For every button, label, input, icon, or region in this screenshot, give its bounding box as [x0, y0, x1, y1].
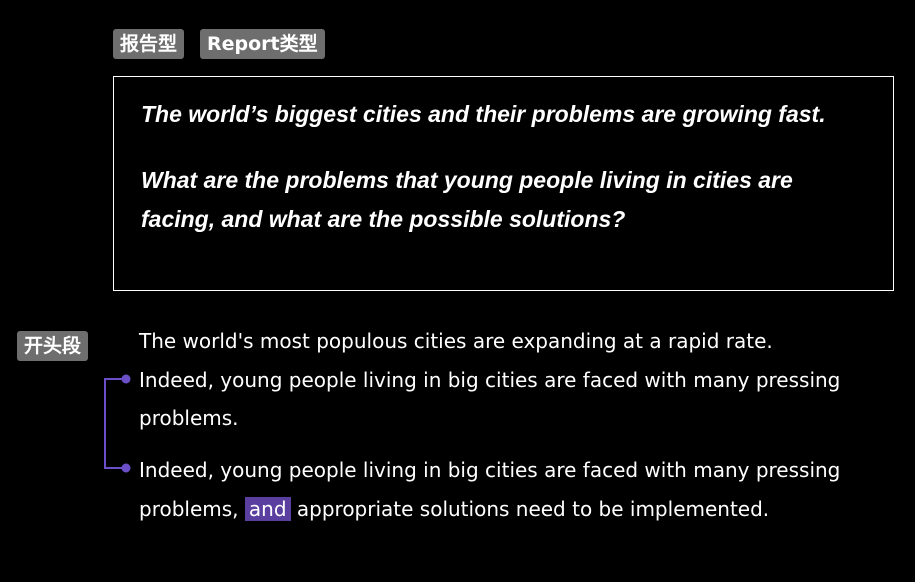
essay-prompt-box: The world’s biggest cities and their pro…: [113, 76, 894, 291]
opening-paragraph-tag: 开头段: [17, 331, 89, 361]
opening-sentences: The world's most populous cities are exp…: [139, 322, 904, 438]
report-type-tag-english: Report类型: [200, 29, 325, 59]
report-type-tag-chinese: 报告型: [113, 29, 185, 59]
opening-sentence-1: The world's most populous cities are exp…: [139, 329, 773, 353]
connector-dot-top: [121, 374, 131, 384]
highlighted-conjunction: and: [244, 496, 291, 521]
prompt-statement: The world’s biggest cities and their pro…: [141, 101, 826, 127]
sentence-connector-line: [104, 374, 131, 473]
prompt-question: What are the problems that young people …: [141, 167, 793, 232]
connector-dot-bottom: [121, 463, 131, 473]
combined-sentence-end: appropriate solutions need to be impleme…: [290, 496, 770, 521]
combined-sentence: Indeed, young people living in big citie…: [139, 451, 904, 528]
opening-sentence-2: Indeed, young people living in big citie…: [139, 367, 841, 431]
